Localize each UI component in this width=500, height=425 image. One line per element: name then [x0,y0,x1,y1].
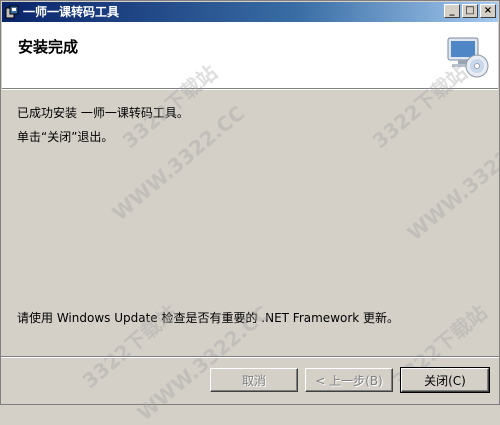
header-separator [2,89,498,90]
page-title: 安装完成 [18,38,79,56]
windows-update-text: 请使用 Windows Update 检查是否有重要的 .NET Framewo… [17,311,400,325]
computer-cd-icon [442,32,490,80]
setup-app-icon [5,5,19,19]
title-buttons: _ □ × [442,4,496,18]
minimize-button[interactable]: _ [444,4,460,18]
close-window-button[interactable]: × [480,4,496,18]
close-icon: × [483,5,493,16]
title-bar[interactable]: 一师一课转码工具 _ □ × [2,2,498,22]
cancel-button[interactable]: 取消 [210,368,298,392]
close-button[interactable]: 关闭(C) [400,367,490,393]
maximize-button[interactable]: □ [462,4,478,18]
header-banner: 安装完成 [2,22,498,89]
window-title: 一师一课转码工具 [23,5,120,19]
exit-instruction-text: 单击“关闭”退出。 [17,130,114,144]
maximize-icon: □ [465,5,475,16]
install-success-text: 已成功安装 一师一课转码工具。 [17,106,189,120]
footer-separator [1,356,499,358]
watermark-url: WWW.3322.CC [402,120,500,246]
installer-window: 一师一课转码工具 _ □ × 安装完成 已成功安装 一师一课转码工具。 单击“关… [0,0,500,425]
back-button[interactable]: < 上一步(B) [305,368,393,392]
minimize-icon: _ [449,5,455,16]
